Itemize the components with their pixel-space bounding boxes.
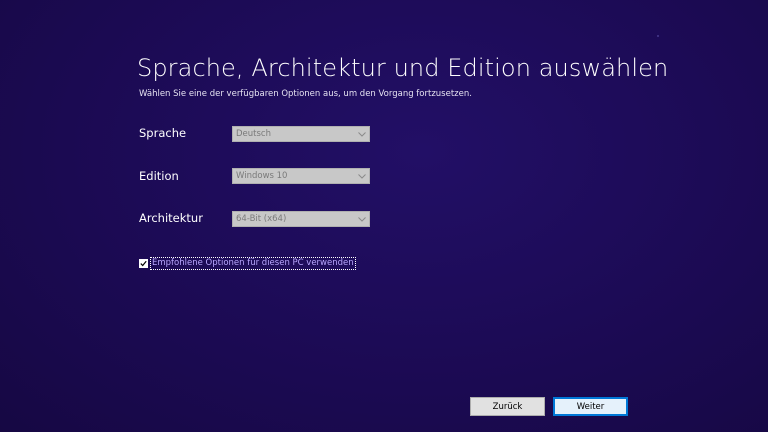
next-button[interactable]: Weiter xyxy=(553,397,628,416)
architecture-label: Architektur xyxy=(139,211,203,225)
edition-select-value: Windows 10 xyxy=(236,171,288,181)
page-title: Sprache, Architektur und Edition auswähl… xyxy=(137,54,669,82)
architecture-select[interactable]: 64-Bit (x64) xyxy=(232,211,370,227)
chevron-down-icon xyxy=(355,169,369,183)
recommended-options-label[interactable]: Empfohlene Optionen für diesen PC verwen… xyxy=(150,257,356,270)
language-select[interactable]: Deutsch xyxy=(232,126,370,142)
chevron-down-icon xyxy=(355,127,369,141)
edition-label: Edition xyxy=(139,169,179,183)
chevron-down-icon xyxy=(355,212,369,226)
language-label: Sprache xyxy=(139,126,187,140)
page-subtitle: Wählen Sie eine der verfügbaren Optionen… xyxy=(139,89,472,99)
recommended-options-row[interactable]: Empfohlene Optionen für diesen PC verwen… xyxy=(139,257,356,270)
language-select-value: Deutsch xyxy=(236,129,271,139)
checkmark-icon xyxy=(140,260,147,267)
recommended-options-checkbox[interactable] xyxy=(139,259,148,268)
decorative-dot xyxy=(657,35,659,37)
back-button[interactable]: Zurück xyxy=(470,397,545,416)
architecture-select-value: 64-Bit (x64) xyxy=(236,214,287,224)
edition-select[interactable]: Windows 10 xyxy=(232,168,370,184)
